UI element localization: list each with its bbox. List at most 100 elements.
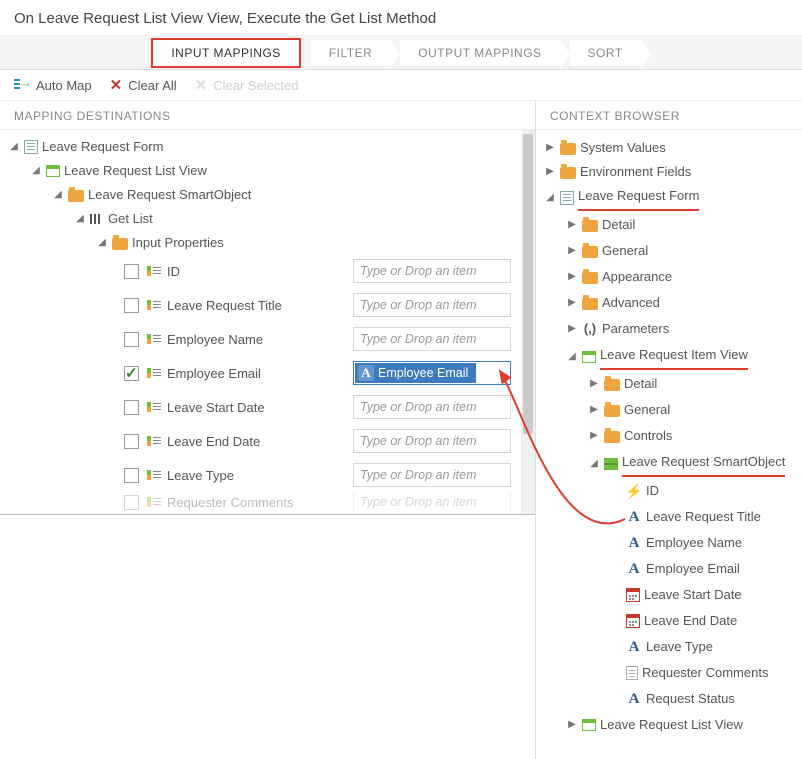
context-field-end-date[interactable]: •Leave End Date: [610, 609, 800, 633]
scrollbar[interactable]: [521, 130, 535, 514]
property-input[interactable]: Type or Drop an item: [353, 429, 511, 453]
close-icon: ✕: [110, 76, 123, 94]
property-checkbox[interactable]: [124, 495, 139, 510]
input-property-row: Employee EmailAEmployee Email: [96, 356, 531, 390]
caret-down-icon[interactable]: ◢: [544, 186, 556, 210]
tree-node-item-view[interactable]: ◢Leave Request Item View: [566, 343, 800, 370]
property-label: Leave End Date: [147, 434, 353, 449]
caret-down-icon[interactable]: ◢: [96, 232, 108, 254]
mapping-tree[interactable]: ◢ Leave Request Form ◢ Leave Request Lis…: [0, 130, 535, 512]
tree-node-system-values[interactable]: ▶ System Values: [544, 136, 800, 160]
property-input[interactable]: Type or Drop an item: [353, 463, 511, 487]
tree-node-list-view[interactable]: ▶ Leave Request List View: [566, 713, 800, 737]
tree-node-appearance[interactable]: ▶Appearance: [566, 265, 800, 289]
caret-down-icon[interactable]: ◢: [8, 136, 20, 158]
tab-output-mappings[interactable]: OUTPUT MAPPINGS: [400, 40, 559, 66]
node-label: Leave Request Form: [42, 136, 163, 158]
property-checkbox[interactable]: [124, 298, 139, 313]
caret-right-icon[interactable]: ▶: [566, 317, 578, 341]
tree-node-parameters[interactable]: ▶(,)Parameters: [566, 317, 800, 341]
mapping-token[interactable]: AEmployee Email: [355, 363, 476, 383]
tree-node-controls[interactable]: ▶ Controls: [588, 424, 800, 448]
context-field-emp-name[interactable]: •AEmployee Name: [610, 531, 800, 555]
node-label: Controls: [624, 424, 672, 448]
context-field-leave-type[interactable]: •ALeave Type: [610, 635, 800, 659]
context-field-start-date[interactable]: •Leave Start Date: [610, 583, 800, 607]
field-icon: [147, 264, 161, 278]
caret-down-icon[interactable]: ◢: [74, 208, 86, 230]
close-icon: ✕: [195, 76, 208, 94]
input-property-row: Leave End DateType or Drop an item: [96, 424, 531, 458]
node-label: Request Status: [646, 687, 735, 711]
context-tree[interactable]: ▶ System Values ▶ Environment Fields ◢ L…: [536, 130, 802, 759]
caret-down-icon[interactable]: ◢: [588, 452, 600, 476]
tree-node-detail[interactable]: ▶ Detail: [566, 213, 800, 237]
tree-node-form[interactable]: ◢ Leave Request Form: [8, 136, 531, 158]
node-label: Input Properties: [132, 232, 224, 254]
context-field-status[interactable]: •ARequest Status: [610, 687, 800, 711]
tree-node-method[interactable]: ◢ Get List: [74, 208, 531, 230]
caret-right-icon[interactable]: ▶: [566, 265, 578, 289]
context-field-id[interactable]: •⚡ID: [610, 479, 800, 503]
caret-down-icon[interactable]: ◢: [52, 184, 64, 206]
property-label-text: Requester Comments: [167, 495, 293, 510]
tree-node-general[interactable]: ▶ General: [566, 239, 800, 263]
property-input[interactable]: AEmployee Email: [353, 361, 511, 385]
property-input[interactable]: Type or Drop an item: [353, 395, 511, 419]
property-input[interactable]: Type or Drop an item: [353, 492, 511, 512]
form-icon: [24, 140, 38, 154]
property-label: Leave Request Title: [147, 298, 353, 313]
property-checkbox[interactable]: [124, 468, 139, 483]
folder-icon: [560, 143, 576, 155]
caret-right-icon[interactable]: ▶: [566, 713, 578, 737]
caret-right-icon[interactable]: ▶: [544, 160, 556, 184]
tab-input-mappings[interactable]: INPUT MAPPINGS: [151, 38, 300, 68]
property-input[interactable]: Type or Drop an item: [353, 293, 511, 317]
tree-node-view[interactable]: ◢ Leave Request List View: [30, 160, 531, 182]
property-label-text: Leave Start Date: [167, 400, 265, 415]
node-label: General: [602, 239, 648, 263]
property-checkbox[interactable]: [124, 366, 139, 381]
caret-right-icon[interactable]: ▶: [566, 291, 578, 315]
caret-right-icon[interactable]: ▶: [566, 213, 578, 237]
node-label: ID: [646, 479, 659, 503]
context-field-title[interactable]: •ALeave Request Title: [610, 505, 800, 529]
field-icon: [147, 366, 161, 380]
tree-node-input-props[interactable]: ◢ Input Properties: [96, 232, 531, 254]
property-checkbox[interactable]: [124, 332, 139, 347]
property-checkbox[interactable]: [124, 400, 139, 415]
node-label: Leave Request List View: [600, 713, 743, 737]
tab-filter[interactable]: FILTER: [311, 40, 390, 66]
caret-right-icon[interactable]: ▶: [544, 136, 556, 160]
tree-node-form[interactable]: ◢ Leave Request Form: [544, 184, 800, 211]
property-checkbox[interactable]: [124, 434, 139, 449]
node-label: Leave Request Title: [646, 505, 761, 529]
property-input[interactable]: Type or Drop an item: [353, 259, 511, 283]
caret-right-icon[interactable]: ▶: [588, 398, 600, 422]
tree-node-general[interactable]: ▶General: [588, 398, 800, 422]
clear-all-label: Clear All: [128, 78, 176, 93]
context-field-emp-email[interactable]: •AEmployee Email: [610, 557, 800, 581]
auto-map-button[interactable]: Auto Map: [14, 77, 92, 93]
scrollbar-thumb[interactable]: [523, 134, 533, 434]
tree-node-env-fields[interactable]: ▶ Environment Fields: [544, 160, 800, 184]
tab-sort[interactable]: SORT: [570, 40, 641, 66]
view-icon: [582, 719, 596, 731]
input-property-row: Leave Request TitleType or Drop an item: [96, 288, 531, 322]
caret-right-icon[interactable]: ▶: [566, 239, 578, 263]
context-field-req-comments[interactable]: •Requester Comments: [610, 661, 800, 685]
caret-down-icon[interactable]: ◢: [30, 160, 42, 182]
folder-icon: [68, 190, 84, 202]
caret-down-icon[interactable]: ◢: [566, 345, 578, 369]
caret-right-icon[interactable]: ▶: [588, 372, 600, 396]
node-label: Detail: [602, 213, 635, 237]
clear-all-button[interactable]: ✕ Clear All: [110, 76, 177, 94]
tree-node-advanced[interactable]: ▶Advanced: [566, 291, 800, 315]
tree-node-smartobject[interactable]: ◢ Leave Request SmartObject: [52, 184, 531, 206]
tree-node-smartobject[interactable]: ◢Leave Request SmartObject: [588, 450, 800, 477]
property-input[interactable]: Type or Drop an item: [353, 327, 511, 351]
tree-node-detail[interactable]: ▶Detail: [588, 372, 800, 396]
field-icon: [147, 298, 161, 312]
caret-right-icon[interactable]: ▶: [588, 424, 600, 448]
property-checkbox[interactable]: [124, 264, 139, 279]
